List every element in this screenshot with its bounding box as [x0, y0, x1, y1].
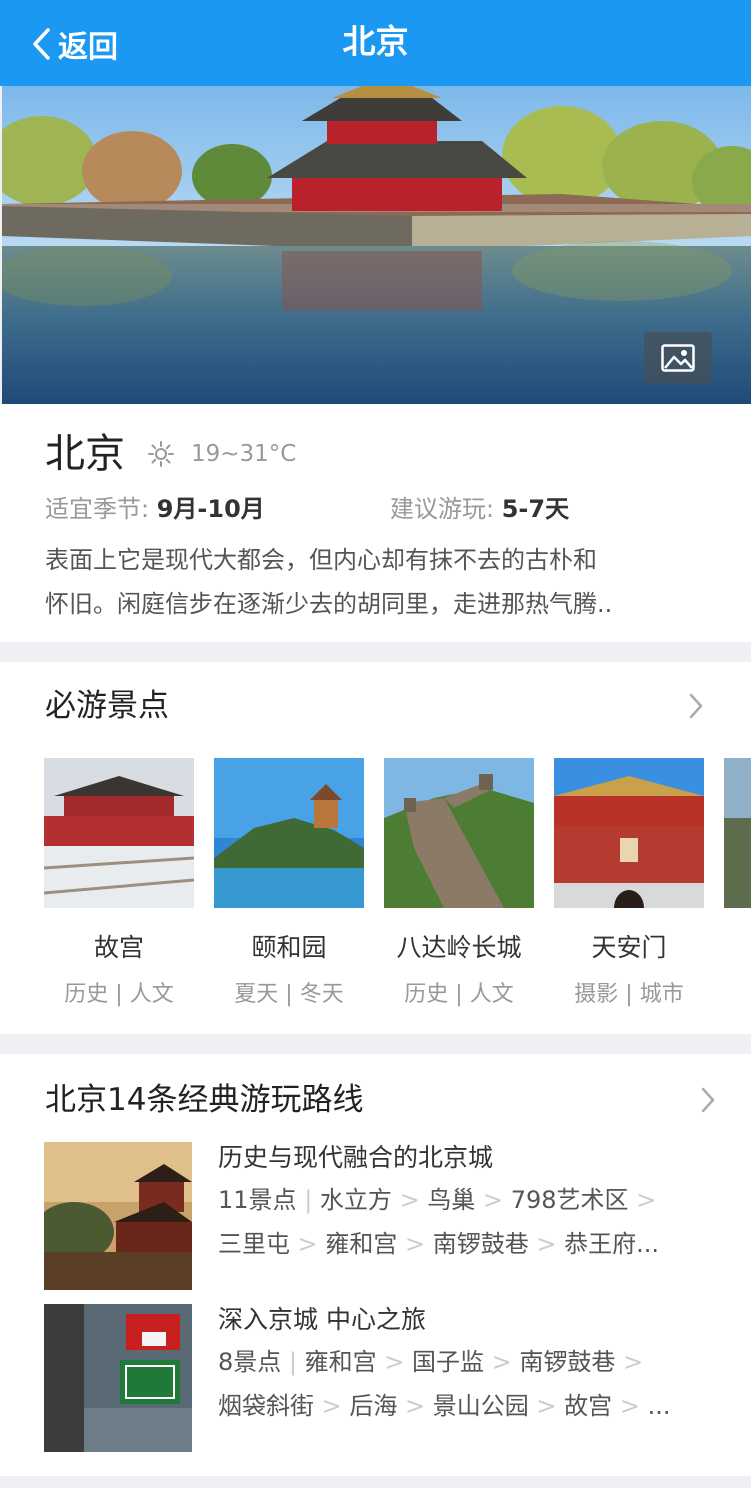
spot-thumbnail: [44, 758, 194, 908]
route-stops: 烟袋斜街 > 后海 > 景山公园 > 故宫 > ...: [218, 1388, 670, 1424]
spot-thumbnail: [554, 758, 704, 908]
spot-tags: 夏天 | 冬天: [234, 982, 344, 1007]
route-stop: 景山公园: [432, 1392, 529, 1420]
season-label: 适宜季节:: [45, 495, 150, 523]
temperature: 19~31°C: [191, 441, 297, 467]
separator: |: [304, 1186, 313, 1214]
route-stop: 雍和宫: [304, 1348, 377, 1376]
spot-card[interactable]: 八达岭长城 历史 | 人文: [384, 758, 534, 1010]
hero-image[interactable]: [2, 86, 751, 404]
route-stop: 南锣鼓巷: [519, 1348, 616, 1376]
arrow-right-icon: >: [623, 1348, 644, 1376]
route-thumbnail: [44, 1304, 192, 1452]
must-visit-header[interactable]: 必游景点: [45, 684, 169, 728]
arrow-right-icon: >: [536, 1392, 557, 1420]
city-header: 北京 19~31°C: [45, 428, 296, 480]
city-info-card: 北京 19~31°C 适宜季节: 9月-10月 建议游玩: 5-7天 表面上它是…: [0, 404, 751, 642]
city-name: 北京: [45, 431, 125, 477]
spot-thumbnail: [724, 758, 751, 908]
sun-icon: [148, 441, 174, 467]
arrow-right-icon: >: [321, 1392, 342, 1420]
arrow-right-icon: >: [297, 1230, 318, 1258]
spot-tags: 历史 | 人文: [64, 982, 174, 1007]
spot-card[interactable]: 故宫 历史 | 人文: [44, 758, 194, 1010]
arrow-right-icon: >: [536, 1230, 557, 1258]
routes-section: 北京14条经典游玩路线 历史与现代融合的北京城 11景点 | 水立方 > 鸟巢 …: [0, 1054, 751, 1476]
arrow-right-icon: >: [405, 1230, 426, 1258]
routes-header[interactable]: 北京14条经典游玩路线: [45, 1078, 363, 1122]
arrow-right-icon: >: [482, 1186, 504, 1214]
duration-label: 建议游玩:: [390, 495, 495, 523]
route-card[interactable]: 历史与现代融合的北京城 11景点 | 水立方 > 鸟巢 > 798艺术区 > 三…: [44, 1142, 724, 1290]
route-stop: 南锣鼓巷: [432, 1230, 529, 1258]
route-stop: 国子监: [412, 1348, 485, 1376]
route-stops: 8景点 | 雍和宫 > 国子监 > 南锣鼓巷 >: [218, 1344, 643, 1380]
forbidden-city-photo: [2, 86, 751, 404]
duration-value: 5-7天: [501, 495, 570, 523]
arrow-right-icon: >: [384, 1348, 405, 1376]
section-title: 北京14条经典游玩路线: [45, 1082, 364, 1118]
route-stops: 11景点 | 水立方 > 鸟巢 > 798艺术区 >: [218, 1182, 656, 1218]
route-stop: 798艺术区: [510, 1186, 629, 1214]
page-title: 北京: [342, 22, 409, 61]
spot-name: 天安门: [591, 933, 667, 962]
spot-card[interactable]: 天安门 摄影 | 城市: [554, 758, 704, 1010]
chevron-right-icon[interactable]: [700, 1086, 716, 1114]
season-value: 9月-10月: [156, 495, 265, 523]
separator: |: [288, 1348, 298, 1376]
route-title: 历史与现代融合的北京城: [218, 1143, 494, 1172]
route-stop: 恭王府...: [564, 1230, 660, 1258]
route-stop: 烟袋斜街: [218, 1392, 314, 1420]
route-stop: 鸟巢: [427, 1186, 476, 1214]
route-spot-count: 11景点: [218, 1186, 297, 1214]
section-title: 必游景点: [45, 688, 169, 724]
arrow-right-icon: >: [399, 1186, 420, 1214]
description-line: 怀旧。闲庭信步在逐渐少去的胡同里，走进那热气腾..: [45, 590, 613, 618]
route-stop: 三里屯: [218, 1230, 290, 1258]
route-stops: 三里屯 > 雍和宫 > 南锣鼓巷 > 恭王府...: [218, 1226, 659, 1262]
route-spot-count: 8景点: [218, 1348, 282, 1376]
route-card[interactable]: 深入京城 中心之旅 8景点 | 雍和宫 > 国子监 > 南锣鼓巷 > 烟袋斜街 …: [44, 1304, 724, 1452]
route-title: 深入京城 中心之旅: [218, 1305, 426, 1334]
route-stop: 水立方: [319, 1186, 392, 1214]
route-stop: 后海: [349, 1392, 398, 1420]
spot-name: 颐和园: [251, 933, 327, 962]
image-gallery-icon: [661, 344, 695, 372]
spot-tags: 海: [724, 930, 751, 960]
spot-tags: 历史 | 人文: [404, 982, 514, 1007]
route-thumbnail: [44, 1142, 192, 1290]
chevron-right-icon[interactable]: [688, 692, 704, 720]
route-stop: 故宫: [564, 1392, 613, 1420]
spot-thumbnail: [384, 758, 534, 908]
must-visit-section: 必游景点 故宫 历史 | 人文 颐和园 夏天 | 冬天 八达岭长城 历史 | 人…: [0, 662, 751, 1034]
spot-card[interactable]: 海: [724, 758, 751, 960]
spot-name: 八达岭长城: [396, 933, 522, 962]
arrow-right-icon: >: [619, 1392, 640, 1420]
nav-bar: 返回 北京: [0, 0, 751, 86]
best-season: 适宜季节: 9月-10月: [45, 492, 265, 526]
spot-name: 故宫: [93, 933, 144, 962]
arrow-right-icon: >: [636, 1186, 657, 1214]
spot-thumbnail: [214, 758, 364, 908]
spot-card[interactable]: 颐和园 夏天 | 冬天: [214, 758, 364, 1010]
gallery-button[interactable]: [644, 332, 712, 384]
route-stop: 雍和宫: [325, 1230, 398, 1258]
route-stop: ...: [647, 1392, 671, 1420]
description-line: 表面上它是现代大都会，但内心却有抹不去的古朴和: [45, 546, 597, 574]
arrow-right-icon: >: [405, 1392, 426, 1420]
city-guide-page: 返回 北京 北京 19~31°C 适宜季节: 9月-10月 建议游玩: 5-7天…: [0, 0, 751, 1488]
spot-tags: 摄影 | 城市: [574, 982, 684, 1007]
arrow-right-icon: >: [491, 1348, 512, 1376]
city-description[interactable]: 表面上它是现代大都会，但内心却有抹不去的古朴和 怀旧。闲庭信步在逐渐少去的胡同里…: [45, 538, 715, 626]
suggested-duration: 建议游玩: 5-7天: [390, 492, 569, 526]
